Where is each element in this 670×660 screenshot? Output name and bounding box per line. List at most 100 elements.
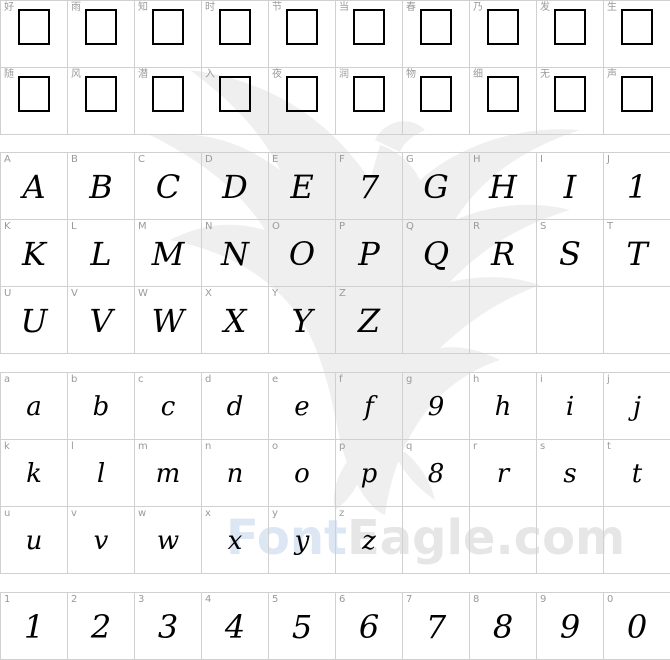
glyph-sample: Z bbox=[357, 302, 381, 340]
glyph-label: d bbox=[205, 374, 212, 385]
glyph-cell: uu bbox=[1, 507, 68, 574]
glyph-label: 随 bbox=[4, 69, 14, 80]
glyph-cell: 11 bbox=[1, 593, 68, 660]
glyph-cell: aa bbox=[1, 373, 68, 440]
glyph-sample: 7 bbox=[358, 168, 380, 206]
glyph-cell: 77 bbox=[403, 593, 470, 660]
glyph-label: p bbox=[339, 441, 346, 452]
glyph-cell: mm bbox=[135, 440, 202, 507]
glyph-cell: nn bbox=[202, 440, 269, 507]
glyph-sample: y bbox=[294, 526, 310, 556]
glyph-cell: 物 bbox=[403, 68, 470, 135]
glyph-cell: 发 bbox=[537, 1, 604, 68]
glyph-label: S bbox=[540, 221, 547, 232]
glyph-sample: w bbox=[156, 526, 180, 556]
glyph-cell: MM bbox=[135, 220, 202, 287]
glyph-label: T bbox=[607, 221, 614, 232]
glyph-label: V bbox=[71, 288, 78, 299]
glyph-cell: CC bbox=[135, 153, 202, 220]
glyph-label: s bbox=[540, 441, 546, 452]
missing-glyph-box bbox=[219, 76, 251, 112]
glyph-label: h bbox=[473, 374, 480, 385]
glyph-cell: NN bbox=[202, 220, 269, 287]
missing-glyph-box bbox=[286, 9, 318, 45]
glyph-sample: h bbox=[494, 392, 512, 422]
glyph-sample: e bbox=[294, 392, 310, 422]
glyph-cell: KK bbox=[1, 220, 68, 287]
glyph-sample: r bbox=[496, 459, 510, 489]
glyph-label: 时 bbox=[205, 2, 215, 13]
empty-cell bbox=[403, 507, 470, 574]
missing-glyph-box bbox=[554, 76, 586, 112]
missing-glyph-box bbox=[487, 9, 519, 45]
missing-glyph-box bbox=[152, 9, 184, 45]
glyph-cell: yy bbox=[269, 507, 336, 574]
glyph-cell: 乃 bbox=[470, 1, 537, 68]
glyph-label: G bbox=[406, 154, 414, 165]
glyph-cell: ss bbox=[537, 440, 604, 507]
glyph-label: i bbox=[540, 374, 543, 385]
glyph-label: f bbox=[339, 374, 343, 385]
glyph-label: 潜 bbox=[138, 69, 148, 80]
glyph-label: I bbox=[540, 154, 543, 165]
glyph-sample: P bbox=[358, 235, 380, 273]
glyph-label: 节 bbox=[272, 2, 282, 13]
glyph-cell: DD bbox=[202, 153, 269, 220]
glyph-cell: 节 bbox=[269, 1, 336, 68]
glyph-label: n bbox=[205, 441, 212, 452]
glyph-sample: u bbox=[25, 526, 43, 556]
glyph-sample: O bbox=[288, 235, 316, 273]
glyph-sample: x bbox=[227, 526, 243, 556]
missing-glyph-box bbox=[353, 76, 385, 112]
glyph-sample: c bbox=[160, 392, 176, 422]
glyph-label: R bbox=[473, 221, 480, 232]
glyph-cell: HH bbox=[470, 153, 537, 220]
empty-cell bbox=[537, 507, 604, 574]
glyph-label: 声 bbox=[607, 69, 617, 80]
glyph-cell: 无 bbox=[537, 68, 604, 135]
glyph-sample: M bbox=[151, 235, 185, 273]
glyph-sample: E bbox=[290, 168, 314, 206]
glyph-sample: B bbox=[89, 168, 113, 206]
glyph-cell: 春 bbox=[403, 1, 470, 68]
lowercase-glyph-grid: aabbccddeeffg9hhiijjkkllmmnnooppq8rrsstt… bbox=[0, 372, 670, 574]
glyph-cell: rr bbox=[470, 440, 537, 507]
glyph-label: 润 bbox=[339, 69, 349, 80]
glyph-sample: X bbox=[223, 302, 247, 340]
glyph-label: K bbox=[4, 221, 11, 232]
missing-glyph-box bbox=[621, 9, 653, 45]
glyph-sample: 1 bbox=[23, 608, 45, 646]
glyph-label: B bbox=[71, 154, 78, 165]
glyph-label: 发 bbox=[540, 2, 550, 13]
glyph-cell: 好 bbox=[1, 1, 68, 68]
glyph-cell: 当 bbox=[336, 1, 403, 68]
glyph-cell: vv bbox=[68, 507, 135, 574]
glyph-sample: A bbox=[22, 168, 46, 206]
glyph-sample: j bbox=[632, 392, 642, 422]
glyph-label: 9 bbox=[540, 594, 547, 605]
glyph-sample: 7 bbox=[425, 608, 447, 646]
glyph-label: D bbox=[205, 154, 213, 165]
glyph-sample: d bbox=[226, 392, 244, 422]
glyph-cell: ff bbox=[336, 373, 403, 440]
glyph-cell: 55 bbox=[269, 593, 336, 660]
glyph-sample: T bbox=[626, 235, 648, 273]
glyph-cell: cc bbox=[135, 373, 202, 440]
glyph-label: H bbox=[473, 154, 481, 165]
missing-glyph-box bbox=[85, 9, 117, 45]
glyph-sample: 9 bbox=[427, 392, 445, 422]
glyph-label: N bbox=[205, 221, 213, 232]
glyph-label: y bbox=[272, 508, 278, 519]
glyph-sample: k bbox=[26, 459, 42, 489]
glyph-cell: LL bbox=[68, 220, 135, 287]
glyph-sample: C bbox=[155, 168, 181, 206]
glyph-cell: 风 bbox=[68, 68, 135, 135]
missing-glyph-box bbox=[621, 76, 653, 112]
glyph-label: 当 bbox=[339, 2, 349, 13]
glyph-cell: oo bbox=[269, 440, 336, 507]
glyph-cell: 66 bbox=[336, 593, 403, 660]
glyph-sample: b bbox=[92, 392, 110, 422]
missing-glyph-box bbox=[286, 76, 318, 112]
glyph-cell: ll bbox=[68, 440, 135, 507]
glyph-label: 知 bbox=[138, 2, 148, 13]
